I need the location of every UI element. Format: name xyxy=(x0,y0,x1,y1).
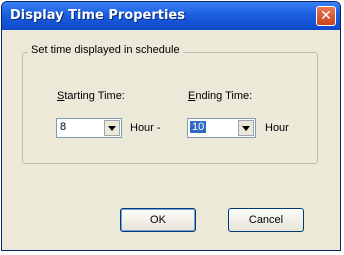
cancel-button[interactable]: Cancel xyxy=(228,208,304,232)
ending-time-label: Ending Time: xyxy=(188,90,253,102)
starting-unit-label: Hour - xyxy=(130,122,161,134)
chevron-down-icon[interactable] xyxy=(238,120,254,136)
ending-unit-label: Hour xyxy=(265,122,289,134)
window-title: Display Time Properties xyxy=(10,8,185,23)
ending-time-select[interactable]: 10 xyxy=(187,118,256,138)
close-icon: ✕ xyxy=(320,8,332,24)
time-groupbox xyxy=(22,52,318,164)
title-bar[interactable]: Display Time Properties ✕ xyxy=(2,2,340,30)
starting-time-select[interactable]: 8 xyxy=(56,118,122,138)
chevron-down-icon[interactable] xyxy=(104,120,120,136)
close-button[interactable]: ✕ xyxy=(316,6,336,26)
ending-time-value: 10 xyxy=(190,121,207,133)
ok-button[interactable]: OK xyxy=(120,208,196,232)
groupbox-label: Set time displayed in schedule xyxy=(28,44,183,56)
starting-time-label: Starting Time: xyxy=(57,90,125,102)
starting-time-value: 8 xyxy=(60,121,67,133)
